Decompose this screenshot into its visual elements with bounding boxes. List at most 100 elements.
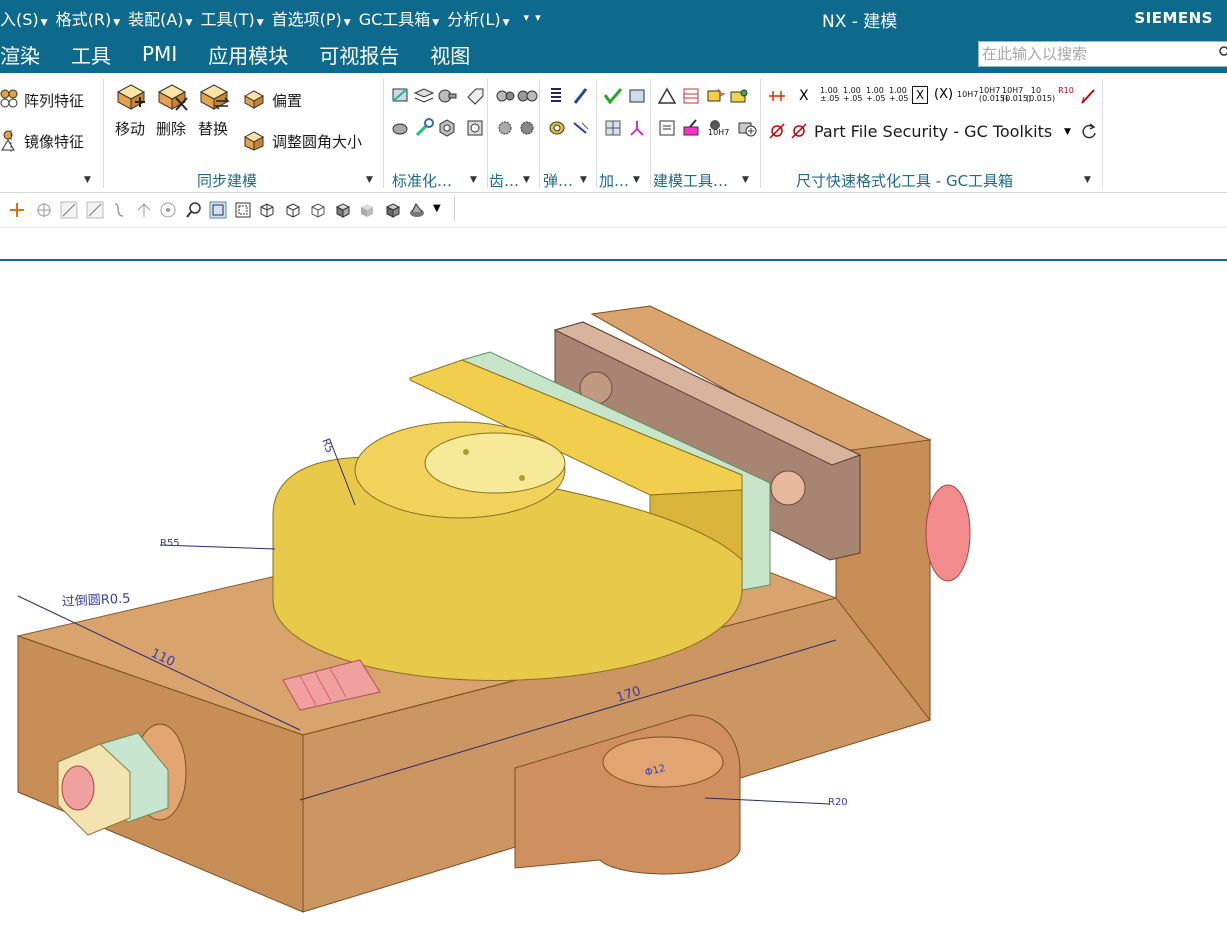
- tag-icon[interactable]: [464, 85, 486, 107]
- reference-x-button[interactable]: (X): [934, 87, 953, 102]
- disc-spring-icon[interactable]: [546, 117, 568, 139]
- tol-format-3[interactable]: 1.00 +.05: [866, 87, 885, 103]
- graphics-window[interactable]: R5 R55 过倒圆R0.5 110 170 R20 Φ12: [0, 262, 1227, 936]
- fit-format-3[interactable]: 10 (0.015): [1026, 87, 1055, 103]
- refresh-icon[interactable]: [1078, 121, 1100, 143]
- tab-view[interactable]: 视图: [430, 40, 470, 69]
- nut-icon[interactable]: [436, 117, 458, 139]
- standard-part-icon[interactable]: [390, 85, 412, 107]
- tab-tools[interactable]: 工具: [71, 40, 111, 69]
- layers-icon[interactable]: [413, 85, 435, 107]
- wrench-icon[interactable]: [413, 117, 435, 139]
- screw-head[interactable]: [770, 470, 806, 506]
- compression-spring-icon[interactable]: [570, 85, 592, 107]
- spreadsheet-icon[interactable]: [680, 85, 702, 107]
- mirror-feature-button[interactable]: 镜像特征: [24, 131, 84, 152]
- diameter-icon[interactable]: [766, 120, 788, 142]
- midpoint-icon[interactable]: [86, 201, 104, 219]
- diameter-remove-icon[interactable]: [788, 120, 810, 142]
- replace-button[interactable]: 替换: [198, 118, 228, 139]
- triangle-icon[interactable]: [656, 85, 678, 107]
- menu-gc-toolbox[interactable]: GC工具箱 ▼: [359, 6, 440, 30]
- pencil-icon[interactable]: [1078, 85, 1100, 107]
- mirror-feature-icon[interactable]: [0, 130, 22, 152]
- standard-group-dropdown[interactable]: ▼: [470, 175, 477, 185]
- curve-point-icon[interactable]: [111, 201, 129, 219]
- document-icon[interactable]: [656, 117, 678, 139]
- zoom-icon[interactable]: [185, 201, 203, 219]
- gear-group-dropdown[interactable]: ▼: [523, 175, 530, 185]
- sparkle-icon[interactable]: [704, 85, 726, 107]
- sync-group-dropdown[interactable]: ▼: [366, 175, 373, 185]
- resize-blend-icon[interactable]: [243, 129, 265, 151]
- handle-knob-right[interactable]: [925, 484, 971, 582]
- arc-center-icon[interactable]: [159, 201, 177, 219]
- handle-shaft[interactable]: [61, 765, 95, 811]
- quick-access-dropdown[interactable]: ▾: [524, 11, 530, 24]
- intersection-icon[interactable]: [135, 201, 153, 219]
- render-style-icon[interactable]: [408, 201, 426, 219]
- rotate-text-button[interactable]: R10: [1058, 87, 1074, 95]
- model-view[interactable]: R5 R55 过倒圆R0.5 110 170 R20 Φ12: [0, 262, 1227, 936]
- spring-delete-icon[interactable]: [570, 117, 592, 139]
- endpoint-icon[interactable]: [60, 201, 78, 219]
- resize-blend-button[interactable]: 调整圆角大小: [272, 131, 362, 152]
- wireframe-icon[interactable]: [258, 201, 276, 219]
- machining-group-dropdown[interactable]: ▼: [633, 175, 640, 185]
- pattern-feature-icon[interactable]: [0, 88, 22, 110]
- static-wireframe-icon[interactable]: [309, 201, 327, 219]
- shaded-edges-icon[interactable]: [334, 201, 352, 219]
- assembly-icon[interactable]: [728, 85, 750, 107]
- bolt-icon[interactable]: [436, 85, 458, 107]
- offset-face-icon[interactable]: [243, 88, 265, 110]
- swivel-top-face[interactable]: [424, 432, 566, 494]
- search-icon[interactable]: [1219, 46, 1227, 60]
- center-point-icon[interactable]: [35, 201, 53, 219]
- grid-icon[interactable]: [602, 117, 624, 139]
- offset-button[interactable]: 偏置: [272, 90, 302, 111]
- feature-group-dropdown[interactable]: ▼: [84, 175, 91, 185]
- spring-icon[interactable]: [546, 85, 568, 107]
- check-icon[interactable]: [602, 85, 624, 107]
- zoom-region-icon[interactable]: [234, 201, 252, 219]
- hidden-edges-icon[interactable]: [284, 201, 302, 219]
- pattern-feature-button[interactable]: 阵列特征: [24, 90, 84, 111]
- menu-analysis[interactable]: 分析(L) ▼: [447, 6, 509, 30]
- tab-visual-reports[interactable]: 可视报告: [319, 40, 399, 69]
- move-face-icon[interactable]: [115, 80, 149, 114]
- search-input[interactable]: [978, 41, 1227, 67]
- gear-pair-icon[interactable]: [516, 85, 538, 107]
- tol-format-2[interactable]: 1.00 +.05: [843, 87, 862, 103]
- bevel-gear-icon[interactable]: [516, 117, 538, 139]
- menu-insert[interactable]: 入(S) ▼: [0, 6, 48, 30]
- delete-button[interactable]: 删除: [156, 118, 186, 139]
- render-style-dropdown[interactable]: ▼: [433, 203, 441, 214]
- dimension-icon[interactable]: [766, 85, 788, 107]
- fit-view-icon[interactable]: [209, 201, 227, 219]
- replace-face-icon[interactable]: [198, 80, 232, 114]
- menu-assembly[interactable]: 装配(A) ▼: [128, 6, 192, 30]
- edit-icon[interactable]: [680, 117, 702, 139]
- tab-pmi[interactable]: PMI: [142, 42, 177, 66]
- tol-format-4[interactable]: 1.00 +.05: [889, 87, 908, 103]
- axis-icon[interactable]: [626, 117, 648, 139]
- fit-format-1[interactable]: 10H7 (0.015): [979, 87, 1008, 103]
- gear-icon[interactable]: [494, 85, 516, 107]
- tab-applications[interactable]: 应用模块: [208, 40, 288, 69]
- tol-format-1[interactable]: 1.00 ±.05: [820, 87, 839, 103]
- pin-icon[interactable]: [390, 117, 412, 139]
- gear-box-icon[interactable]: [464, 117, 486, 139]
- delete-face-icon[interactable]: [156, 80, 190, 114]
- snap-point-icon[interactable]: [8, 201, 26, 219]
- quick-access-customize-icon[interactable]: ▾: [535, 11, 541, 24]
- move-button[interactable]: 移动: [115, 118, 145, 139]
- shaded-dark-icon[interactable]: [384, 201, 402, 219]
- spring-group-dropdown[interactable]: ▼: [580, 175, 587, 185]
- menu-format[interactable]: 格式(R) ▼: [56, 6, 121, 30]
- clear-tolerance-button[interactable]: X: [799, 88, 809, 104]
- part-file-security-dropdown[interactable]: ▼: [1064, 127, 1071, 137]
- modeling-tools-group-dropdown[interactable]: ▼: [742, 175, 749, 185]
- dim-format-group-dropdown[interactable]: ▼: [1084, 175, 1091, 185]
- spur-gear-icon[interactable]: [494, 117, 516, 139]
- shaded-icon[interactable]: [358, 201, 376, 219]
